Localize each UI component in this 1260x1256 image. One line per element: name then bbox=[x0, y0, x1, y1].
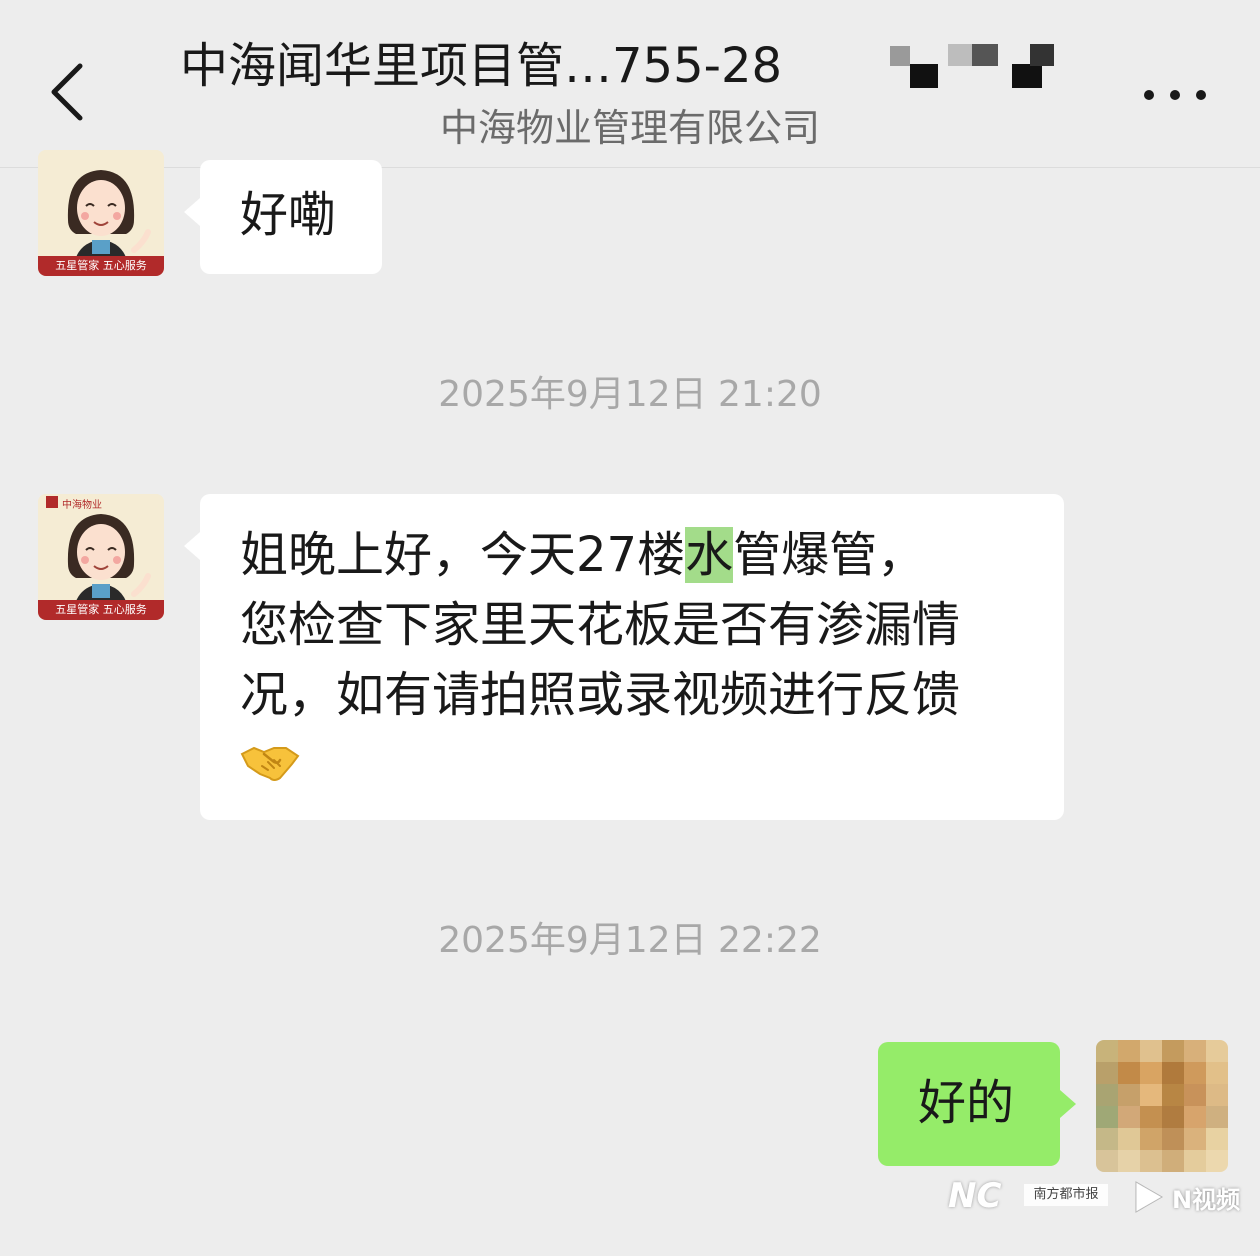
avatar-band-text: 五星管家 五心服务 bbox=[38, 600, 164, 620]
timestamp: 2025年9月12日 22:22 bbox=[438, 920, 822, 961]
chat-header: 中海闻华里项目管…755-28 中海物业管理有限公司 bbox=[0, 0, 1260, 168]
avatar[interactable]: 中海物业 五星管家 五心服务 bbox=[38, 494, 164, 620]
message-text: 管爆管， bbox=[733, 527, 926, 583]
highlighted-text: 水 bbox=[685, 527, 734, 583]
message-bubble[interactable]: 姐晚上好，今天27楼水管爆管， 您检查下家里天花板是否有渗漏情 况，如有请拍照或… bbox=[184, 494, 1064, 820]
handshake-emoji-icon bbox=[240, 733, 300, 803]
message-bubble[interactable]: 好嘞 bbox=[184, 160, 382, 274]
watermark-logo: NC bbox=[948, 1176, 1002, 1216]
message-line: 您检查下家里天花板是否有渗漏情 bbox=[240, 597, 961, 653]
avatar[interactable]: 五星管家 五心服务 bbox=[38, 150, 164, 276]
message-line: 姐晚上好，今天27楼水管爆管， bbox=[240, 520, 1024, 590]
message-text: 好的 bbox=[918, 1075, 1015, 1131]
more-icon[interactable] bbox=[1130, 70, 1220, 120]
watermark-badge: 南方都市报 bbox=[1024, 1184, 1108, 1206]
message-line: 况，如有请拍照或录视频进行反馈 bbox=[240, 667, 961, 723]
message-line bbox=[240, 730, 1024, 792]
avatar-logo-text: 中海物业 bbox=[62, 500, 102, 511]
timestamp: 2025年9月12日 21:20 bbox=[438, 374, 822, 415]
message-text: 好嘞 bbox=[240, 187, 337, 243]
watermark-play-icon bbox=[1132, 1180, 1166, 1218]
self-avatar-mosaic[interactable] bbox=[1096, 1040, 1228, 1172]
redaction-mosaic bbox=[830, 30, 1065, 110]
message-text: 姐晚上好，今天27楼 bbox=[240, 527, 686, 583]
watermark-text: N视频 bbox=[1172, 1186, 1241, 1214]
message-bubble-self[interactable]: 好的 bbox=[878, 1042, 1076, 1166]
chat-subtitle: 中海物业管理有限公司 bbox=[439, 106, 820, 150]
chat-title[interactable]: 中海闻华里项目管…755-28 bbox=[180, 36, 860, 96]
avatar-band-text: 五星管家 五心服务 bbox=[38, 256, 164, 276]
